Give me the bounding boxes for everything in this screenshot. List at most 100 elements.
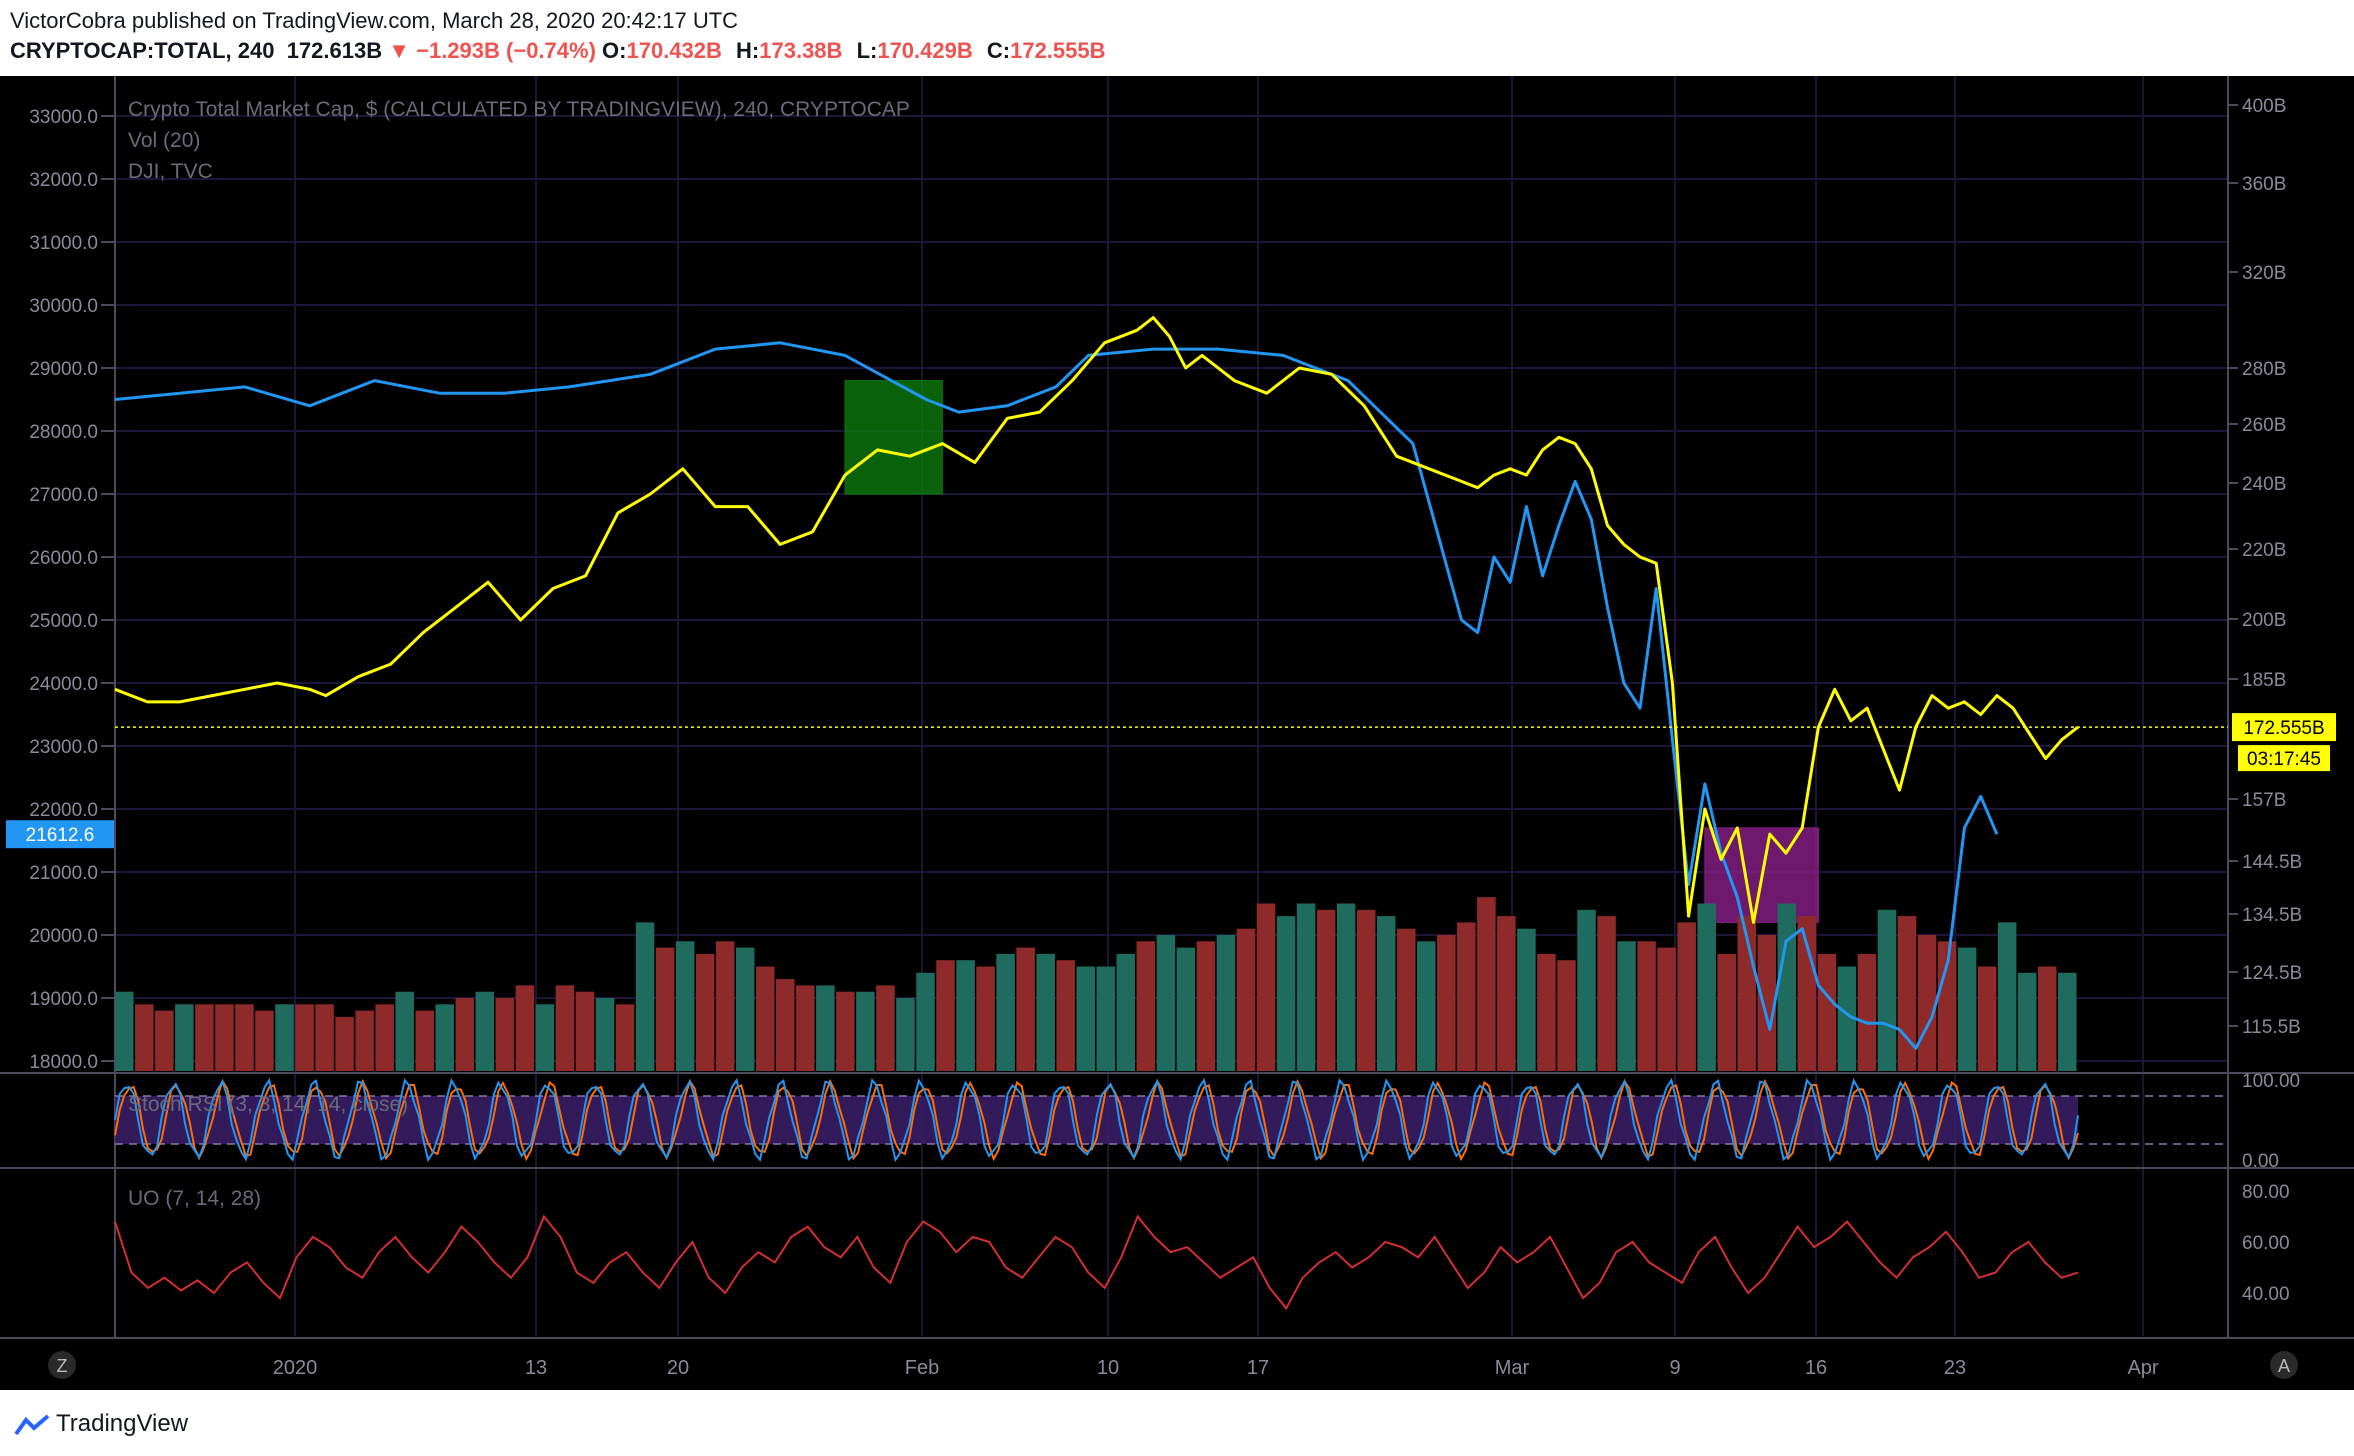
vol-legend: Vol (20) [128, 129, 200, 152]
volume-bar [255, 1010, 274, 1071]
time-axis-tick: 13 [525, 1357, 547, 1379]
stoch-tick: 0.00 [2242, 1151, 2279, 1172]
volume-bar [1537, 953, 1556, 1071]
volume-bar [916, 972, 935, 1071]
volume-bar [1817, 953, 1837, 1071]
right-axis-tick: 134.5B [2242, 905, 2302, 926]
volume-bar [1677, 922, 1696, 1071]
volume-bar [1156, 935, 1176, 1071]
low-value: 170.429B [877, 38, 973, 63]
time-axis-tick: 10 [1097, 1357, 1119, 1379]
volume-bar [1517, 928, 1536, 1071]
volume-bar [675, 941, 695, 1071]
right-axis-tick: 240B [2242, 474, 2286, 495]
uo-tick: 60.00 [2242, 1233, 2290, 1254]
high-label: H: [736, 38, 760, 63]
time-axis-tick: 20 [667, 1357, 689, 1379]
time-axis-tick: Mar [1495, 1357, 1530, 1379]
right-axis-tick: 124.5B [2242, 963, 2302, 984]
volume-bar [876, 985, 895, 1071]
volume-bar [1557, 960, 1576, 1071]
left-axis-tick: 22000.0 [29, 800, 98, 821]
left-axis-tick: 26000.0 [29, 548, 98, 569]
right-button-label: A [2278, 1356, 2290, 1376]
volume-bar [495, 998, 515, 1071]
volume-bar [1356, 909, 1376, 1071]
price-change: ▼ −1.293B (−0.74%) [388, 38, 596, 63]
volume-bar [1617, 941, 1636, 1071]
volume-bar [1497, 916, 1516, 1071]
volume-bar [1316, 909, 1336, 1071]
volume-bar [1236, 928, 1256, 1071]
volume-bar [1697, 903, 1716, 1071]
chart-area[interactable]: 33000.0 32000.0 31000.0 30000.0 29000.0 28000… [0, 76, 2354, 1390]
footer: TradingView [0, 1390, 2354, 1456]
volume-bar [315, 1004, 334, 1071]
volume-bar [1116, 953, 1136, 1071]
left-axis-tick: 28000.0 [29, 422, 98, 443]
volume-bar [1276, 916, 1296, 1071]
volume-bar [956, 960, 975, 1071]
volume-bar [856, 991, 875, 1071]
right-axis-tick: 260B [2242, 415, 2286, 436]
left-axis-tick: 33000.0 [29, 107, 98, 128]
close-value: 172.555B [1010, 38, 1106, 63]
volume-bar [836, 991, 855, 1071]
volume-bar [1336, 903, 1356, 1071]
volume-bar [1296, 903, 1316, 1071]
green-box [844, 380, 943, 495]
chart-background [0, 76, 2354, 1390]
volume-bar [796, 985, 815, 1071]
open-value: 170.432B [626, 38, 722, 63]
volume-bar [155, 1010, 174, 1071]
volume-bar [475, 991, 495, 1071]
volume-bar [595, 998, 615, 1071]
volume-bar [215, 1004, 234, 1071]
left-axis-tick: 18000.0 [29, 1052, 98, 1073]
right-axis-tick: 115.5B [2242, 1017, 2301, 1038]
volume-bar [1136, 941, 1156, 1071]
volume-bar [415, 1010, 434, 1071]
right-axis-tick: 400B [2242, 96, 2286, 117]
volume-bar [1597, 916, 1616, 1071]
countdown-tag-label: 03:17:45 [2247, 749, 2321, 770]
last-price: 172.613B [286, 38, 383, 63]
volume-bar [1657, 947, 1676, 1071]
left-axis-tick: 31000.0 [29, 233, 98, 254]
volume-bar [1717, 953, 1736, 1071]
volume-bar [695, 953, 715, 1071]
volume-bar [375, 1004, 394, 1071]
left-button-label: Z [57, 1356, 68, 1376]
uo-tick: 40.00 [2242, 1284, 2290, 1305]
high-value: 173.38B [759, 38, 843, 63]
volume-bar [1917, 935, 1937, 1071]
volume-bar [1076, 966, 1095, 1071]
volume-bar [1396, 928, 1416, 1071]
volume-bar [2057, 972, 2077, 1071]
volume-bar [335, 1016, 354, 1071]
main-legend: Crypto Total Market Cap, $ (CALCULATED B… [128, 98, 910, 121]
tradingview-logo[interactable]: TradingView [14, 1410, 188, 1438]
low-label: L: [856, 38, 878, 63]
volume-bar [1196, 941, 1216, 1071]
volume-bar [175, 1004, 194, 1071]
volume-bar [1857, 953, 1877, 1071]
volume-bar [355, 1010, 374, 1071]
right-axis-tick: 320B [2242, 263, 2286, 284]
volume-bar [2017, 972, 2037, 1071]
volume-bar [1997, 922, 2017, 1071]
time-axis-tick: 9 [1669, 1357, 1680, 1379]
volume-bar [235, 1004, 254, 1071]
left-axis-tick: 21000.0 [29, 863, 98, 884]
tradingview-logo-icon [14, 1414, 50, 1435]
symbol-label[interactable]: CRYPTOCAP:TOTAL, 240 [10, 38, 274, 63]
left-axis-tick: 20000.0 [29, 926, 98, 947]
left-axis-tick: 24000.0 [29, 674, 98, 695]
volume-bar [735, 947, 755, 1071]
volume-bar [1176, 947, 1196, 1071]
dji-last-tag-label: 21612.6 [26, 825, 95, 846]
chart-header: VictorCobra published on TradingView.com… [0, 0, 2354, 76]
stoch-tick: 100.00 [2242, 1071, 2300, 1092]
volume-bar [535, 1004, 555, 1071]
right-axis-tick: 220B [2242, 540, 2286, 561]
